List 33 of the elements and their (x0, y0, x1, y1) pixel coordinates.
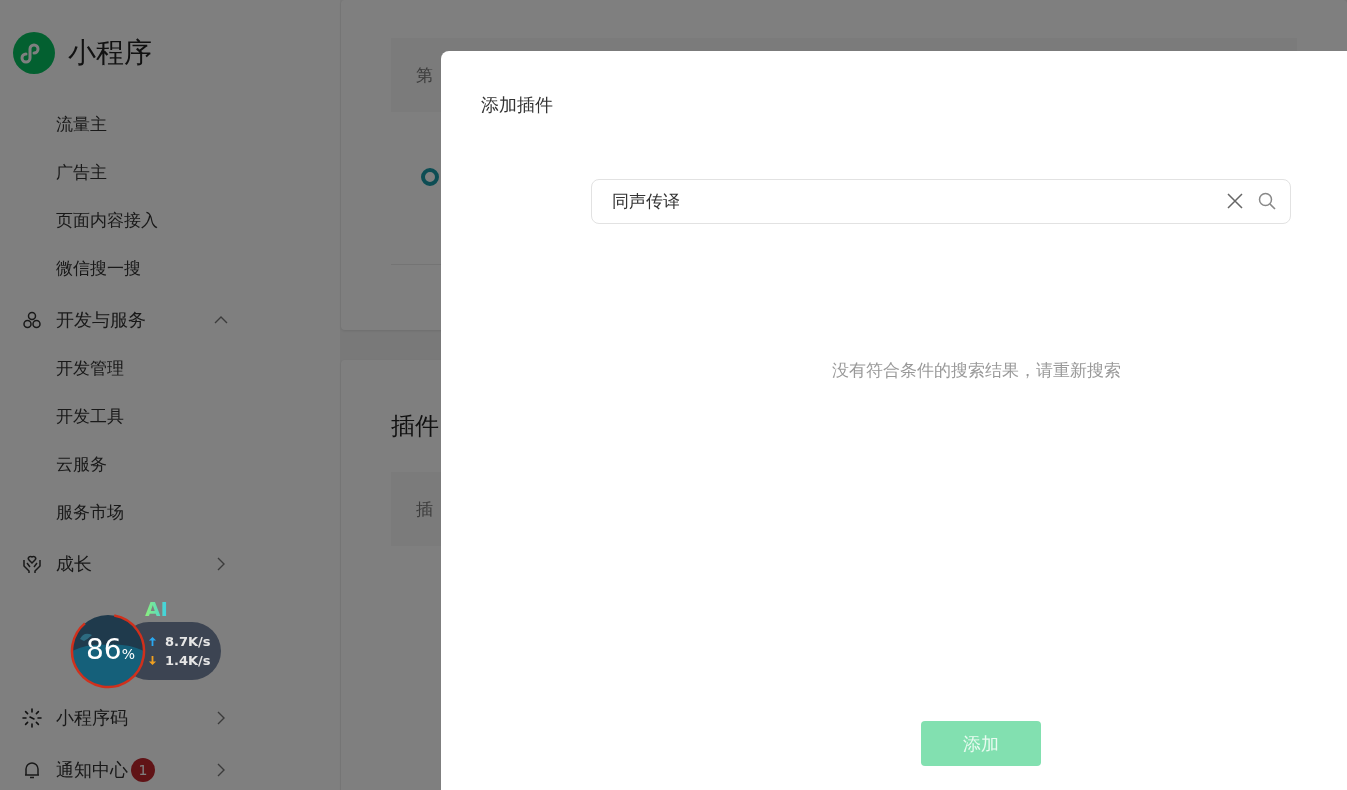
bell-icon (22, 760, 42, 780)
app-title: 小程序 (68, 35, 152, 71)
nav-group[interactable]: 通知中心 1 (0, 746, 340, 790)
download-speed: 1.4K/s (165, 653, 211, 668)
usage-percent: 86% (86, 633, 135, 668)
circles-icon (22, 310, 42, 330)
sparkle-icon (22, 708, 42, 728)
empty-message: 没有符合条件的搜索结果，请重新搜索 (832, 359, 1121, 382)
hands-heart-icon (22, 554, 42, 574)
search-field[interactable]: 同声传译 (591, 179, 1291, 224)
panel-text: 第 (416, 63, 433, 87)
nav-item[interactable]: 云服务 (0, 440, 107, 488)
nav-group[interactable]: 成长 (0, 540, 340, 588)
nav-item[interactable]: 微信搜一搜 (0, 244, 141, 292)
panel-text: 插 (416, 497, 433, 521)
upload-arrow-icon (148, 636, 157, 647)
nav-item[interactable]: 开发工具 (0, 392, 124, 440)
notification-badge: 1 (131, 758, 155, 782)
nav-item[interactable]: 服务市场 (0, 488, 124, 536)
nav-group[interactable]: 小程序码 (0, 694, 340, 742)
logo-icon (13, 32, 55, 74)
dialog-title: 添加插件 (481, 93, 553, 117)
nav-item[interactable]: 页面内容接入 (0, 196, 158, 244)
nav-item[interactable]: 流量主 (0, 100, 107, 148)
upload-speed: 8.7K/s (165, 634, 211, 649)
ring-icon (421, 168, 439, 186)
search-icon[interactable] (1258, 192, 1276, 210)
download-arrow-icon (148, 655, 157, 666)
section-title: 插件 (391, 411, 440, 442)
clear-icon[interactable] (1227, 193, 1243, 209)
nav-item[interactable]: 开发管理 (0, 344, 124, 392)
nav-item[interactable]: 广告主 (0, 148, 107, 196)
nav-group[interactable]: 开发与服务 (0, 296, 340, 344)
